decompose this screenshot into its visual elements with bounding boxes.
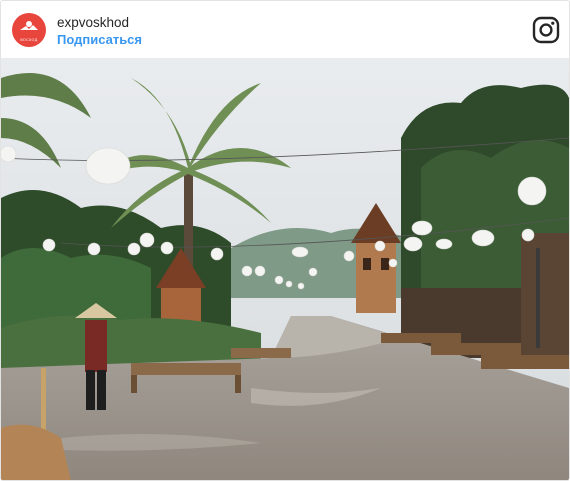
street-scene-image: [1, 58, 569, 480]
post-header: ВОСХОД expvoskhod Подписаться: [1, 1, 569, 58]
avatar-text: ВОСХОД: [20, 38, 38, 42]
avatar[interactable]: ВОСХОД: [12, 13, 46, 47]
username[interactable]: expvoskhod: [57, 15, 129, 30]
instagram-embed-card: ВОСХОД expvoskhod Подписаться: [0, 0, 570, 481]
avatar-logo-icon: [20, 21, 38, 30]
subscribe-button[interactable]: Подписаться: [57, 32, 142, 47]
instagram-icon[interactable]: [532, 16, 560, 44]
post-photo[interactable]: [1, 58, 569, 480]
